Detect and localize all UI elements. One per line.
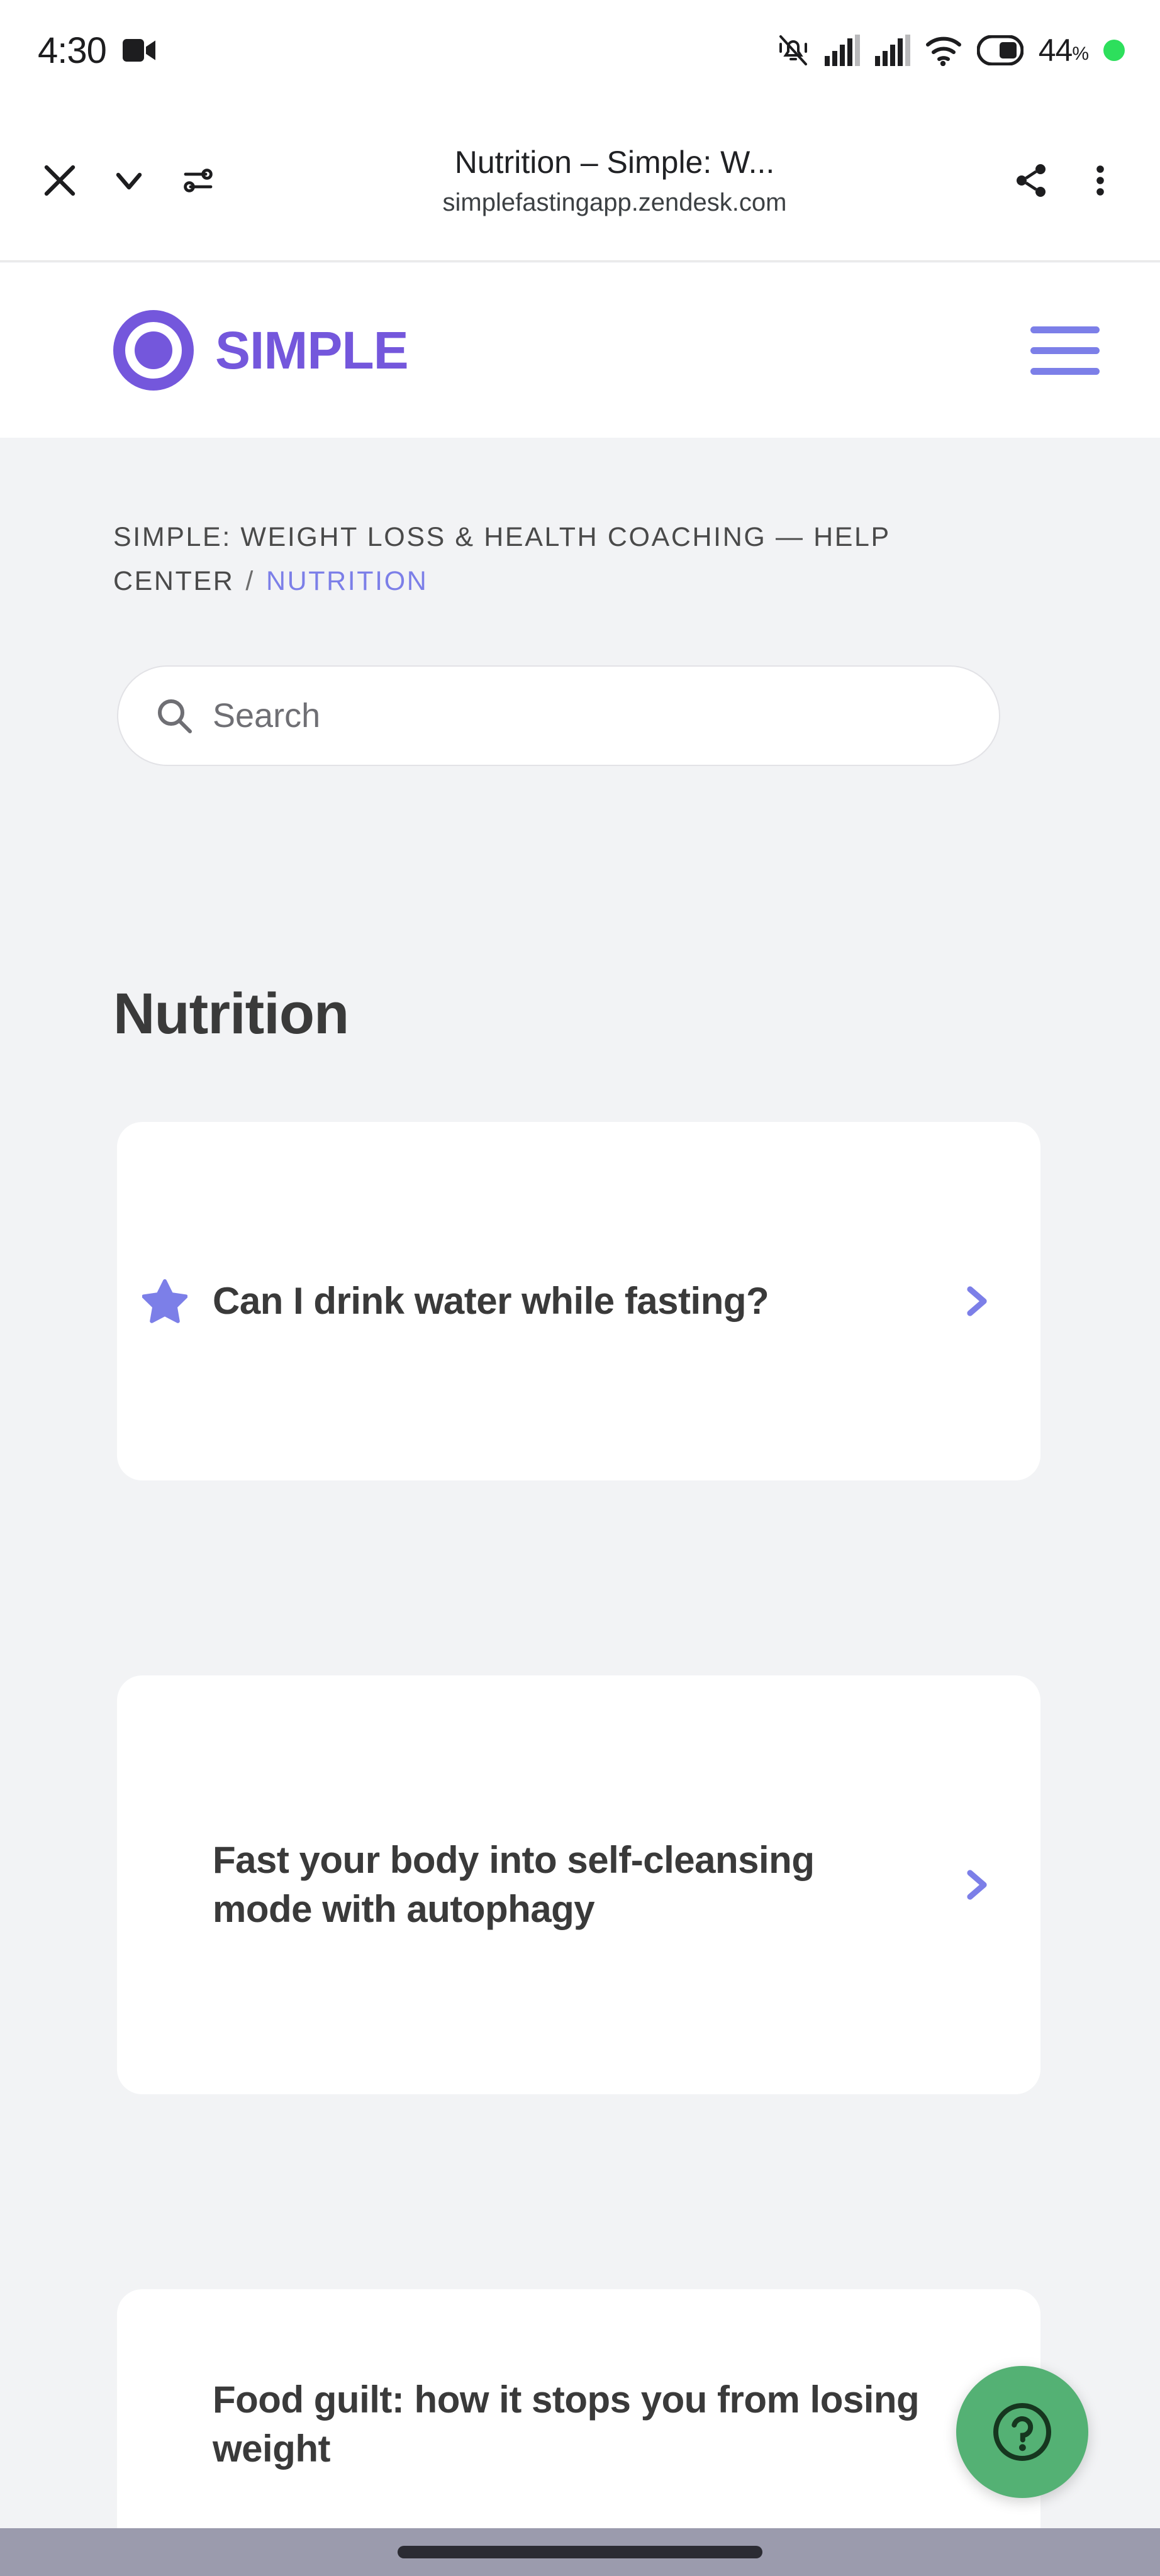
collapse-button[interactable]: [94, 146, 164, 215]
article-title: Food guilt: how it stops you from losing…: [213, 2379, 920, 2470]
page-info-button[interactable]: [164, 146, 233, 215]
logo-wordmark: SIMPLE: [215, 320, 409, 380]
breadcrumb: SIMPLE: WEIGHT LOSS & HEALTH COACHING — …: [113, 516, 1057, 603]
bell-vibrate-off-icon: [777, 33, 810, 68]
battery-percent-label: 44%: [1038, 33, 1089, 68]
home-gesture-pill[interactable]: [398, 2546, 762, 2558]
breadcrumb-root-link[interactable]: SIMPLE: WEIGHT LOSS & HEALTH COACHING — …: [113, 522, 890, 596]
question-mark-circle-icon: [990, 2399, 1055, 2465]
status-bar-clock: 4:30: [38, 30, 107, 71]
status-bar-right: 44%: [777, 32, 1125, 69]
system-navigation-bar: [0, 2528, 1160, 2576]
url-bar[interactable]: Nutrition – Simple: W... simplefastingap…: [233, 143, 996, 218]
article-card[interactable]: Food guilt: how it stops you from losing…: [117, 2289, 1040, 2560]
breadcrumb-separator: /: [245, 565, 255, 596]
share-icon: [1012, 161, 1051, 200]
page-title-label: Nutrition – Simple: W...: [454, 144, 775, 180]
article-title: Fast your body into self-cleansing mode …: [213, 1839, 815, 1930]
browser-toolbar: Nutrition – Simple: W... simplefastingap…: [0, 101, 1160, 262]
close-button[interactable]: [25, 146, 94, 215]
status-bar: 4:30 44%: [0, 0, 1160, 101]
article-card[interactable]: Fast your body into self-cleansing mode …: [117, 1675, 1040, 2094]
page-settings-icon: [181, 163, 216, 198]
page-heading: Nutrition: [113, 982, 349, 1046]
green-status-dot: [1103, 40, 1125, 61]
status-bar-left: 4:30: [38, 30, 157, 72]
hamburger-bar: [1030, 347, 1100, 354]
phone-screen: 4:30 44% Nutrition – Simple: W... simple…: [0, 0, 1160, 2576]
site-logo[interactable]: SIMPLE: [113, 310, 409, 391]
chevron-right-icon: [949, 1282, 1005, 1321]
logo-inner-dot: [135, 331, 172, 369]
overflow-menu-button[interactable]: [1066, 146, 1135, 215]
cellular-signal-icon: [824, 35, 860, 66]
hamburger-menu-icon[interactable]: [1030, 326, 1100, 375]
breadcrumb-current[interactable]: NUTRITION: [266, 566, 428, 596]
page-url-label: simplefastingapp.zendesk.com: [442, 188, 787, 216]
close-icon: [40, 161, 79, 200]
chevron-right-icon: [949, 1865, 1005, 1904]
video-camera-icon: [122, 38, 157, 63]
battery-icon: [976, 35, 1023, 65]
chevron-down-icon: [109, 161, 148, 200]
search-input[interactable]: Search: [213, 696, 320, 735]
article-title: Can I drink water while fasting?: [213, 1280, 769, 1322]
wifi-icon: [925, 35, 962, 66]
site-header: SIMPLE: [0, 263, 1160, 438]
article-card[interactable]: Can I drink water while fasting?: [117, 1122, 1040, 1480]
star-icon: [117, 1279, 213, 1323]
simple-ring-logo-icon: [113, 310, 194, 391]
search-icon: [155, 696, 194, 735]
cellular-signal-icon: [874, 35, 910, 66]
search-box[interactable]: Search: [117, 665, 1000, 766]
share-button[interactable]: [996, 146, 1066, 215]
hamburger-bar: [1030, 326, 1100, 333]
help-widget-button[interactable]: [956, 2366, 1088, 2498]
more-vertical-icon: [1083, 163, 1118, 198]
hamburger-bar: [1030, 367, 1100, 375]
